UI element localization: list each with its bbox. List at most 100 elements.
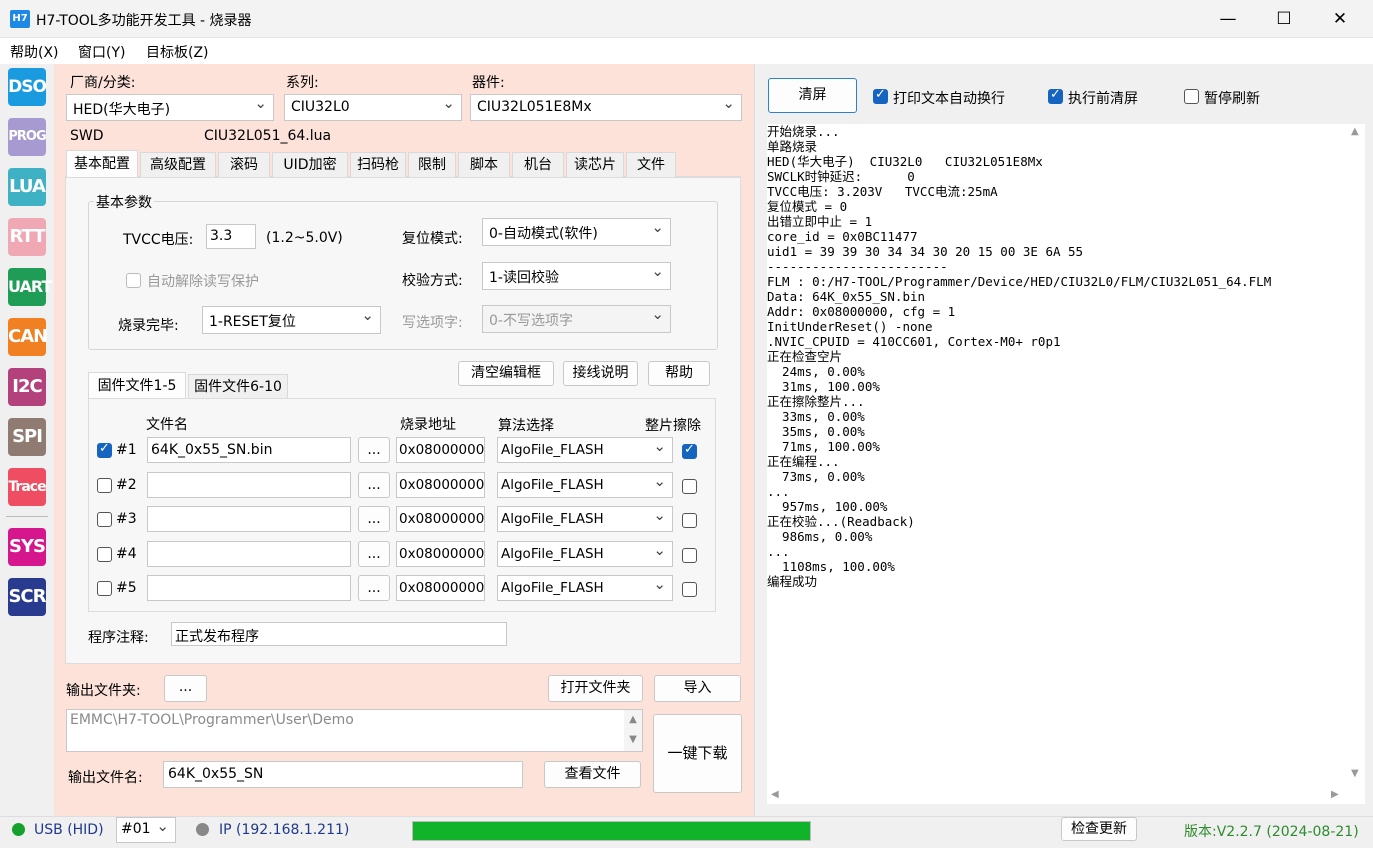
tab-firmware-1-5[interactable]: 固件文件1-5	[88, 372, 186, 399]
output-path-scrollbar[interactable]: ▲ ▼	[624, 710, 642, 751]
sidebar-rtt[interactable]: RTT	[8, 218, 46, 256]
tab-advanced[interactable]: 高级配置	[140, 152, 216, 177]
algorithm-select[interactable]: AlgoFile_FLASH	[497, 541, 673, 567]
chip-erase-checkbox[interactable]	[682, 513, 697, 528]
done-action-select[interactable]: 1-RESET复位	[202, 306, 381, 334]
sidebar-i2c[interactable]: I2C	[8, 368, 46, 406]
file-name-input[interactable]	[147, 541, 351, 567]
log-line: 正在校验...(Readback)	[767, 514, 915, 529]
tab-rolling-code[interactable]: 滚码	[218, 152, 270, 177]
clear-screen-button[interactable]: 清屏	[768, 78, 857, 113]
sidebar-can[interactable]: CAN	[8, 318, 48, 356]
file-enable-checkbox[interactable]	[97, 478, 112, 493]
view-file-button[interactable]: 查看文件	[544, 761, 641, 788]
file-name-input[interactable]	[147, 506, 351, 532]
tab-scanner[interactable]: 扫码枪	[350, 152, 406, 177]
file-address-input[interactable]: 0x08000000	[396, 437, 485, 463]
sidebar-uart[interactable]: UART	[8, 268, 52, 306]
scroll-right-icon[interactable]: ▶	[1331, 789, 1339, 800]
menu-help[interactable]: 帮助(X)	[10, 42, 59, 62]
chip-erase-checkbox[interactable]	[682, 479, 697, 494]
output-folder-browse-button[interactable]: ...	[164, 675, 207, 702]
header-chip-erase: 整片擦除	[645, 418, 701, 434]
port-select[interactable]: #01	[116, 817, 176, 843]
pause-refresh-checkbox[interactable]	[1184, 89, 1199, 104]
log-output[interactable]: 开始烧录... 单路烧录 HED(华大电子) CIU32L0 CIU32L051E8…	[767, 124, 1347, 788]
log-vscrollbar[interactable]: ▲ ▼	[1347, 124, 1365, 788]
check-update-button[interactable]: 检查更新	[1061, 817, 1137, 841]
vendor-select[interactable]: HED(华大电子)	[66, 94, 274, 121]
menu-window[interactable]: 窗口(Y)	[78, 42, 125, 62]
file-address-input[interactable]: 0x08000000	[396, 575, 485, 601]
tvcc-input[interactable]: 3.3	[206, 224, 256, 249]
series-select[interactable]: CIU32L0	[284, 94, 462, 121]
option-bytes-select[interactable]: 0-不写选项字	[482, 305, 671, 333]
file-enable-checkbox[interactable]	[97, 581, 112, 596]
tab-basic[interactable]: 基本配置	[66, 150, 138, 178]
open-folder-button[interactable]: 打开文件夹	[548, 675, 643, 702]
algorithm-select[interactable]: AlgoFile_FLASH	[497, 575, 673, 601]
scroll-left-icon[interactable]: ◀	[771, 789, 779, 800]
algorithm-select[interactable]: AlgoFile_FLASH	[497, 437, 673, 463]
sidebar-sys[interactable]: SYS	[8, 528, 46, 566]
clear-before-run-checkbox[interactable]	[1048, 87, 1063, 104]
minimize-button[interactable]: —	[1200, 0, 1256, 38]
sidebar-lua[interactable]: LUA	[8, 168, 46, 206]
scroll-up-icon[interactable]: ▲	[1351, 126, 1359, 137]
log-hscrollbar[interactable]: ◀ ▶	[767, 788, 1365, 804]
wiring-guide-button[interactable]: 接线说明	[563, 361, 638, 386]
verify-mode-select[interactable]: 1-读回校验	[482, 262, 671, 290]
file-enable-checkbox[interactable]	[97, 512, 112, 527]
tab-uid-encrypt[interactable]: UID加密	[272, 152, 348, 177]
file-browse-button[interactable]: ...	[358, 437, 390, 463]
chip-erase-checkbox[interactable]	[682, 442, 697, 459]
done-action-label: 烧录完毕:	[118, 318, 179, 334]
sidebar-trace[interactable]: Trace	[8, 468, 47, 506]
file-browse-button[interactable]: ...	[358, 575, 390, 601]
log-line: 71ms, 100.00%	[767, 439, 880, 454]
file-enable-checkbox[interactable]	[97, 547, 112, 562]
algorithm-select[interactable]: AlgoFile_FLASH	[497, 506, 673, 532]
usb-status-text: USB (HID)	[34, 822, 104, 838]
auto-unlock-checkbox[interactable]	[126, 273, 141, 288]
tab-file[interactable]: 文件	[626, 152, 676, 177]
file-name-input[interactable]: 64K_0x55_SN.bin	[147, 437, 351, 463]
file-enable-checkbox[interactable]	[97, 441, 112, 458]
reset-mode-select[interactable]: 0-自动模式(软件)	[482, 218, 671, 246]
file-address-input[interactable]: 0x08000000	[396, 541, 485, 567]
comment-input[interactable]: 正式发布程序	[171, 622, 507, 646]
file-address-input[interactable]: 0x08000000	[396, 506, 485, 532]
clear-edit-button[interactable]: 清空编辑框	[458, 361, 554, 386]
output-path-field[interactable]: EMMC\H7-TOOL\Programmer\User\Demo	[66, 709, 643, 752]
chip-select[interactable]: CIU32L051E8Mx	[470, 94, 742, 121]
file-name-input[interactable]	[147, 575, 351, 601]
output-name-input[interactable]: 64K_0x55_SN	[163, 761, 523, 788]
help-button[interactable]: 帮助	[648, 361, 710, 386]
menu-target-board[interactable]: 目标板(Z)	[146, 42, 209, 62]
sidebar-scr[interactable]: SCR	[8, 578, 47, 616]
file-row-number: #5	[116, 580, 137, 596]
chip-erase-checkbox[interactable]	[682, 582, 697, 597]
one-click-download-button[interactable]: 一键下载	[653, 714, 742, 793]
tab-limit[interactable]: 限制	[408, 152, 456, 177]
file-address-input[interactable]: 0x08000000	[396, 472, 485, 498]
file-browse-button[interactable]: ...	[358, 506, 390, 532]
file-browse-button[interactable]: ...	[358, 541, 390, 567]
algorithm-select[interactable]: AlgoFile_FLASH	[497, 472, 673, 498]
file-browse-button[interactable]: ...	[358, 472, 390, 498]
tab-script[interactable]: 脚本	[458, 152, 510, 177]
import-button[interactable]: 导入	[654, 675, 741, 702]
sidebar-prog[interactable]: PROG	[8, 118, 47, 156]
auto-wrap-checkbox[interactable]	[873, 87, 888, 104]
tab-read-chip[interactable]: 读芯片	[566, 152, 624, 177]
file-name-input[interactable]	[147, 472, 351, 498]
close-button[interactable]: ✕	[1312, 0, 1368, 38]
chip-erase-checkbox[interactable]	[682, 548, 697, 563]
tab-machine[interactable]: 机台	[512, 152, 564, 177]
maximize-button[interactable]: ☐	[1256, 0, 1312, 38]
scroll-down-icon[interactable]: ▼	[1351, 768, 1359, 779]
sidebar-dso[interactable]: DSO	[8, 68, 47, 106]
log-line: InitUnderReset() -none	[767, 319, 933, 334]
sidebar-spi[interactable]: SPI	[8, 418, 46, 456]
tab-firmware-6-10[interactable]: 固件文件6-10	[188, 374, 288, 399]
